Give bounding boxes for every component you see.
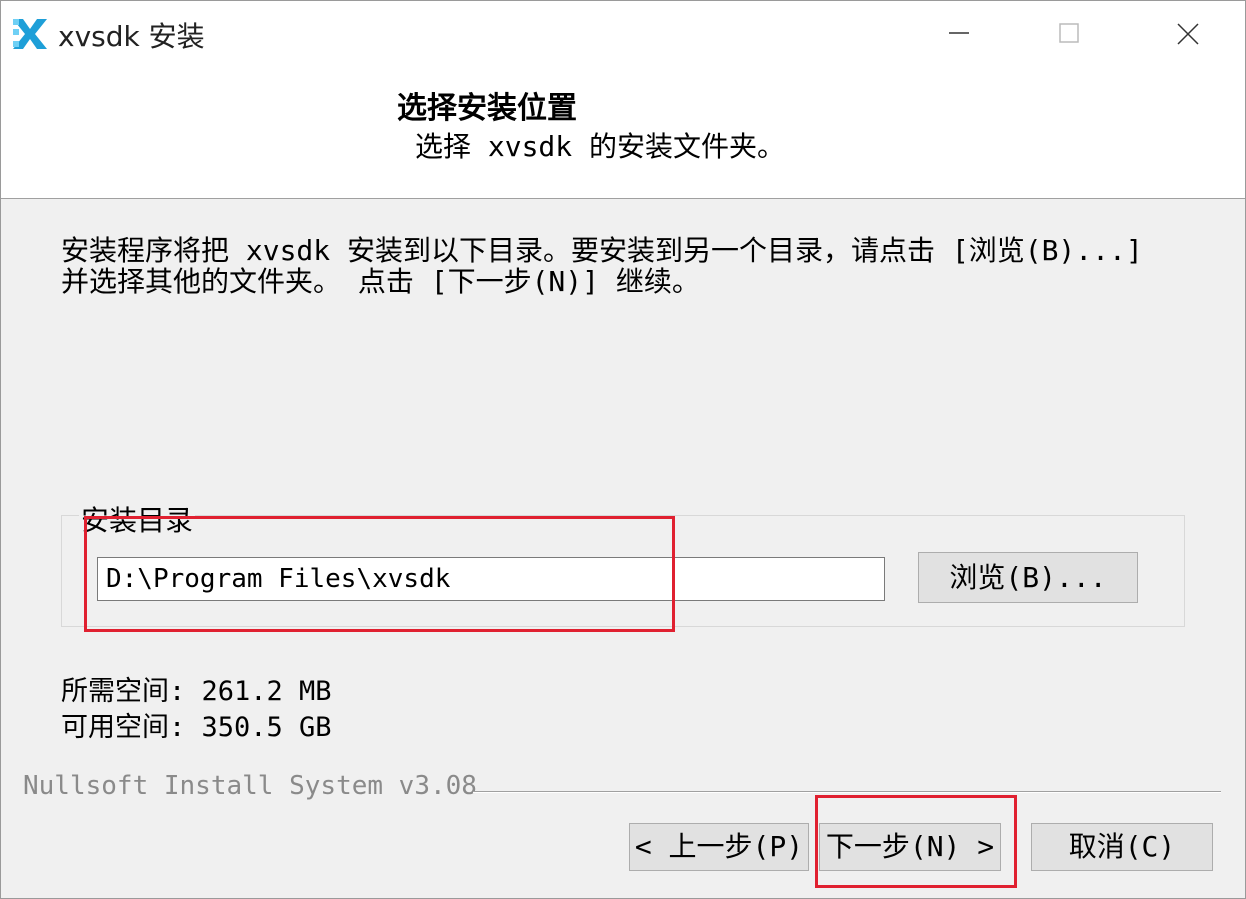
instruction-line-1: 安装程序将把 xvsdk 安装到以下目录。要安装到另一个目录，请点击 [浏览(B… (61, 234, 1143, 267)
maximize-icon (1059, 23, 1079, 43)
install-dir-label: 安装目录 (79, 499, 196, 539)
branding-divider (473, 791, 1221, 793)
minimize-button[interactable] (901, 1, 1017, 67)
header-panel: 选择安装位置 选择 xvsdk 的安装文件夹。 (1, 67, 1245, 199)
instruction-line-2: 并选择其他的文件夹。 点击 [下一步(N)] 继续。 (61, 265, 700, 298)
close-button[interactable] (1129, 1, 1245, 67)
page-subtitle: 选择 xvsdk 的安装文件夹。 (415, 130, 786, 163)
page-title: 选择安装位置 (397, 91, 577, 126)
xvsdk-logo-icon (13, 19, 47, 49)
close-icon (1177, 23, 1199, 45)
minimize-icon (949, 32, 969, 34)
maximize-button[interactable] (1011, 1, 1127, 67)
back-button[interactable]: < 上一步(P) (629, 823, 809, 871)
cancel-button[interactable]: 取消(C) (1031, 823, 1213, 871)
window-title: xvsdk 安装 (58, 20, 205, 53)
installer-window: xvsdk 安装 选择安装位置 选择 xvsdk 的安装文件夹。 安装程序将把 … (0, 0, 1246, 899)
instruction-text: 安装程序将把 xvsdk 安装到以下目录。要安装到另一个目录，请点击 [浏览(B… (61, 235, 1143, 297)
next-button[interactable]: 下一步(N) > (819, 823, 1001, 871)
title-bar[interactable]: xvsdk 安装 (1, 1, 1245, 67)
space-required: 所需空间: 261.2 MB (61, 676, 332, 707)
nsis-branding: Nullsoft Install System v3.08 (23, 771, 477, 801)
space-available: 可用空间: 350.5 GB (61, 712, 332, 743)
browse-button[interactable]: 浏览(B)... (918, 552, 1138, 603)
install-dir-input[interactable]: D:\Program Files\xvsdk (97, 557, 885, 601)
